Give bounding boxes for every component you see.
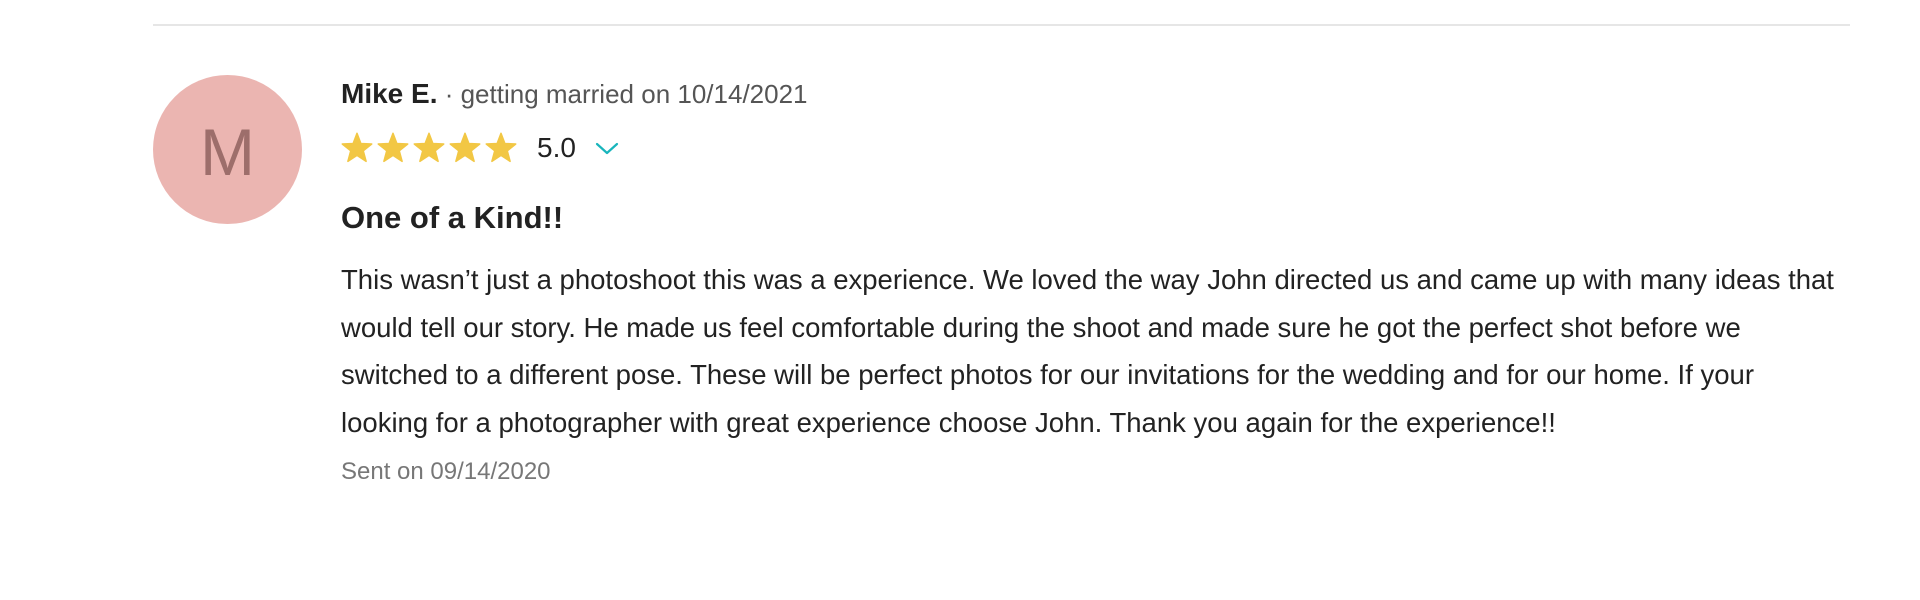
avatar: M: [153, 75, 302, 224]
star-rating: [341, 132, 521, 164]
wedding-date-text: · getting married on 10/14/2021: [437, 79, 808, 109]
author-line: Mike E. · getting married on 10/14/2021: [341, 75, 1841, 113]
star-icon: [449, 132, 481, 164]
star-icon: [413, 132, 445, 164]
review-content: Mike E. · getting married on 10/14/2021 …: [341, 75, 1841, 488]
star-icon: [341, 132, 373, 164]
sent-date: Sent on 09/14/2020: [341, 458, 551, 485]
chevron-down-icon[interactable]: [594, 139, 620, 157]
rating-row: 5.0: [341, 128, 1841, 168]
rating-value: 5.0: [537, 132, 576, 163]
star-icon: [377, 132, 409, 164]
author-name: Mike E.: [341, 78, 438, 109]
avatar-initial: M: [200, 114, 255, 189]
review-body: This wasn’t just a photoshoot this was a…: [341, 264, 1834, 438]
star-icon: [485, 132, 517, 164]
review-divider: [153, 24, 1850, 26]
review-title: One of a Kind!!: [341, 200, 564, 235]
